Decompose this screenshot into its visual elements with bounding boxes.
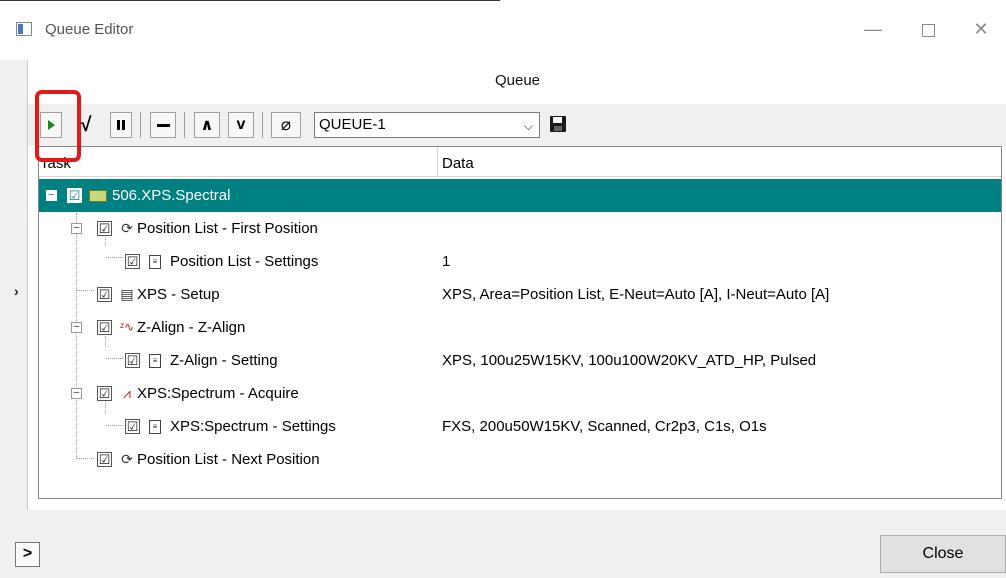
minimize-button[interactable]: — [855, 14, 891, 44]
setup-icon: ▤ [120, 286, 134, 302]
tree-row[interactable]: ☑ ▤ XPS - Setup XPS, Area=Position List,… [39, 278, 1001, 311]
task-checkbox[interactable]: ☑ [97, 221, 112, 236]
task-checkbox[interactable]: ☑ [67, 188, 82, 203]
task-label: XPS:Spectrum - Settings [170, 418, 336, 435]
task-checkbox[interactable]: ☑ [125, 419, 140, 434]
folder-icon [89, 190, 107, 202]
collapse-toggle[interactable]: − [71, 322, 82, 333]
queue-toolbar: √ ∧ v ⌀ QUEUE-1 ⌵ [28, 104, 1006, 146]
settings-doc-icon [149, 255, 161, 269]
task-label: XPS:Spectrum - Acquire [137, 385, 299, 402]
checkmark-icon: √ [80, 114, 92, 136]
settings-doc-icon [149, 354, 161, 368]
task-data: XPS, 100u25W15KV, 100u100W20KV_ATD_HP, P… [442, 352, 817, 369]
pause-button[interactable] [110, 112, 132, 138]
tree-row[interactable]: ☑ XPS:Spectrum - Settings FXS, 200u50W15… [39, 410, 1001, 443]
task-data: 1 [442, 253, 451, 270]
tree-row[interactable]: ☑ Z-Align - Setting XPS, 100u25W15KV, 10… [39, 344, 1001, 377]
tree-row[interactable]: ☑ Position List - Settings 1 [39, 245, 1001, 278]
toolbar-separator [262, 112, 263, 138]
task-tree: Task Data − ☑ 506.XPS.Spectral − ☑ ⟳ Pos… [38, 146, 1002, 499]
minus-icon [156, 123, 170, 127]
pause-icon [117, 120, 125, 130]
floppy-disk-icon [550, 116, 566, 132]
tree-row[interactable]: − ☑ ⩘ XPS:Spectrum - Acquire [39, 377, 1001, 410]
queue-header: Queue [28, 60, 1006, 104]
task-checkbox[interactable]: ☑ [97, 452, 112, 467]
eraser-icon: ⌀ [280, 115, 292, 134]
task-checkbox[interactable]: ☑ [97, 287, 112, 302]
remove-button[interactable] [150, 112, 176, 138]
maximize-icon [921, 23, 935, 37]
maximize-button[interactable] [910, 14, 946, 44]
task-checkbox[interactable]: ☑ [97, 320, 112, 335]
tree-row[interactable]: − ☑ 506.XPS.Spectral [39, 179, 1001, 212]
tree-row[interactable]: − ☑ ⟳ Position List - First Position [39, 212, 1001, 245]
queue-select[interactable]: QUEUE-1 ⌵ [314, 112, 540, 138]
task-checkbox[interactable]: ☑ [125, 353, 140, 368]
task-label: Position List - Next Position [137, 451, 320, 468]
close-window-button[interactable]: ✕ [963, 14, 999, 44]
queue-title: Queue [494, 72, 541, 89]
queue-select-value: QUEUE-1 [319, 116, 386, 133]
highlight-annotation [35, 90, 81, 162]
caret-down-icon: v [236, 116, 246, 133]
task-label: 506.XPS.Spectral [112, 187, 231, 204]
tree-header: Task Data [39, 147, 1001, 177]
left-panel-arrow[interactable]: › [14, 283, 19, 299]
collapse-toggle[interactable]: − [71, 223, 82, 234]
task-label: Z-Align - Z-Align [137, 319, 246, 336]
toolbar-separator [140, 112, 141, 138]
task-label: Position List - First Position [137, 220, 318, 237]
collapse-toggle[interactable]: − [46, 190, 57, 201]
task-label: Position List - Settings [170, 253, 319, 270]
save-button[interactable] [548, 114, 568, 134]
position-next-icon: ⟳ [121, 451, 133, 467]
column-divider[interactable] [437, 147, 438, 177]
z-align-icon: ᶻ∿ [119, 320, 135, 334]
task-label: Z-Align - Setting [170, 352, 278, 369]
collapse-toggle[interactable]: − [71, 388, 82, 399]
top-edge-line [0, 0, 500, 1]
expand-panel-button[interactable]: > [15, 542, 40, 567]
window-title: Queue Editor [45, 21, 134, 38]
window-icon [16, 22, 32, 36]
toolbar-separator [184, 112, 185, 138]
task-data: FXS, 200u50W15KV, Scanned, Cr2p3, C1s, O… [442, 418, 767, 435]
chevron-down-icon: ⌵ [523, 119, 533, 133]
task-data: XPS, Area=Position List, E-Neut=Auto [A]… [442, 286, 830, 303]
settings-doc-icon [149, 420, 161, 434]
column-header-data[interactable]: Data [442, 155, 474, 172]
queue-panel: Queue √ ∧ v ⌀ QUEUE-1 ⌵ Task Data − ☑ 50… [27, 60, 1006, 510]
spectrum-icon: ⩘ [123, 385, 131, 401]
position-first-icon: ⟳ [121, 220, 133, 236]
clear-button[interactable]: ⌀ [271, 112, 301, 138]
task-checkbox[interactable]: ☑ [125, 254, 140, 269]
tree-row[interactable]: − ☑ ᶻ∿ Z-Align - Z-Align [39, 311, 1001, 344]
task-checkbox[interactable]: ☑ [97, 386, 112, 401]
move-up-button[interactable]: ∧ [194, 112, 220, 138]
tree-row[interactable]: ☑ ⟳ Position List - Next Position [39, 443, 1001, 476]
title-bar: Queue Editor — ✕ [0, 0, 1006, 60]
caret-up-icon: ∧ [200, 117, 214, 134]
task-label: XPS - Setup [137, 286, 220, 303]
move-down-button[interactable]: v [228, 112, 254, 138]
close-button[interactable]: Close [880, 535, 1006, 573]
